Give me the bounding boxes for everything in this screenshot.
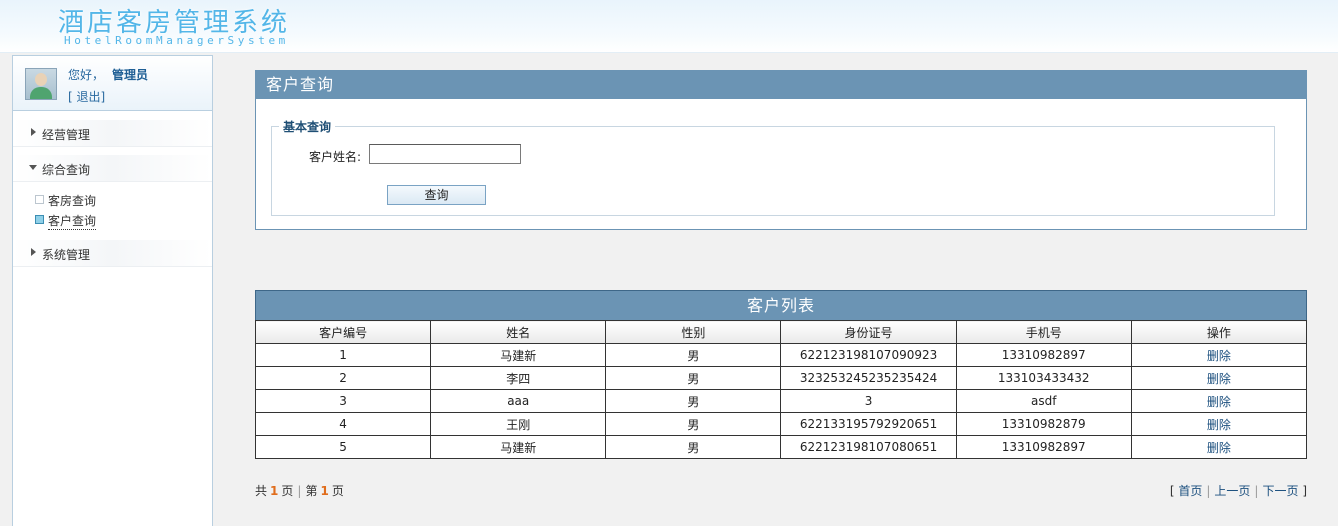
chevron-right-icon <box>31 248 36 256</box>
cell-name: aaa <box>430 389 607 413</box>
total-pages: 1 <box>270 484 279 498</box>
current-page: 1 <box>320 484 329 498</box>
column-header: 性别 <box>605 320 782 344</box>
first-page-link[interactable]: 首页 <box>1178 484 1202 498</box>
cell-name: 马建新 <box>430 343 607 367</box>
delete-link[interactable]: 删除 <box>1207 395 1231 409</box>
delete-link[interactable]: 删除 <box>1207 418 1231 432</box>
cell-phone: 133103433432 <box>955 366 1132 390</box>
sidebar-item-label: 客户查询 <box>48 214 97 230</box>
pager: [ 首页 | 上一页 | 下一页 ] <box>1170 482 1307 499</box>
separator: | <box>1206 484 1211 498</box>
separator: | <box>1254 484 1259 498</box>
column-header: 姓名 <box>430 320 607 344</box>
table-row: 2 李四 男 323253245235235424 133103433432 删… <box>254 366 1308 390</box>
sidebar-group-operations[interactable]: 经营管理 <box>13 120 212 147</box>
cell-id: 4 <box>254 412 432 436</box>
cell-phone: 13310982897 <box>955 435 1132 459</box>
customer-name-input[interactable] <box>369 144 521 164</box>
greeting: 您好， 管理员 <box>68 66 148 83</box>
sidebar-group-label: 系统管理 <box>42 248 91 262</box>
user-name: 管理员 <box>112 68 149 82</box>
fieldset-title: 基本查询 <box>283 120 332 134</box>
cell-id-number: 3 <box>780 389 957 413</box>
column-header: 操作 <box>1130 320 1308 344</box>
cell-id: 3 <box>254 389 432 413</box>
total-prefix: 共 <box>255 484 268 498</box>
query-panel: 客户查询 基本查询 客户姓名: 查询 <box>255 70 1307 230</box>
query-button[interactable]: 查询 <box>387 185 486 205</box>
delete-link[interactable]: 删除 <box>1207 372 1231 386</box>
query-panel-title: 客户查询 <box>256 71 1306 99</box>
next-page-link[interactable]: 下一页 <box>1262 484 1298 498</box>
logout-link[interactable]: [ 退出] <box>68 88 105 105</box>
table-row: 4 王刚 男 622133195792920651 13310982879 删除 <box>254 412 1308 436</box>
sidebar-group-label: 综合查询 <box>42 163 91 177</box>
cell-gender: 男 <box>605 435 782 459</box>
cell-id: 2 <box>254 366 432 390</box>
cell-action: 删除 <box>1130 435 1308 459</box>
table-row: 3 aaa 男 3 asdf 删除 <box>254 389 1308 413</box>
cell-phone: asdf <box>955 389 1132 413</box>
chevron-right-icon <box>31 128 36 136</box>
current-suffix: 页 <box>331 484 344 498</box>
delete-link[interactable]: 删除 <box>1207 349 1231 363</box>
prev-page-link[interactable]: 上一页 <box>1214 484 1250 498</box>
cell-action: 删除 <box>1130 343 1308 367</box>
customer-table: 客户编号 姓名 性别 身份证号 手机号 操作 1 马建新 男 622123198… <box>254 320 1308 459</box>
pager-close-bracket: ] <box>1302 484 1307 498</box>
table-row: 1 马建新 男 622123198107090923 13310982897 删… <box>254 343 1308 367</box>
user-panel: 您好， 管理员 [ 退出] <box>13 56 212 111</box>
page-info: 共 1 页 | 第 1 页 <box>255 482 344 499</box>
cell-action: 删除 <box>1130 412 1308 436</box>
table-row: 5 马建新 男 622123198107080651 13310982897 删… <box>254 435 1308 459</box>
cell-action: 删除 <box>1130 366 1308 390</box>
cell-id-number: 622123198107090923 <box>780 343 957 367</box>
app-header: 酒店客房管理系统 HotelRoomManagerSystem <box>0 0 1338 53</box>
avatar <box>25 68 57 100</box>
customer-list-title: 客户列表 <box>255 290 1307 320</box>
sidebar-group-system[interactable]: 系统管理 <box>13 240 212 267</box>
cell-action: 删除 <box>1130 389 1308 413</box>
cell-phone: 13310982897 <box>955 343 1132 367</box>
cell-name: 王刚 <box>430 412 607 436</box>
sidebar-group-label: 经营管理 <box>42 128 91 142</box>
sidebar-group-query[interactable]: 综合查询 <box>13 155 212 182</box>
sidebar-item-label: 客房查询 <box>48 194 97 208</box>
cell-id: 1 <box>254 343 432 367</box>
bullet-icon <box>35 215 44 224</box>
avatar-body-shape <box>30 87 52 99</box>
customer-name-label: 客户姓名: <box>309 150 362 164</box>
cell-id-number: 622133195792920651 <box>780 412 957 436</box>
cell-gender: 男 <box>605 366 782 390</box>
app-subtitle: HotelRoomManagerSystem <box>64 34 289 47</box>
chevron-down-icon <box>29 165 37 170</box>
customer-list: 客户列表 客户编号 姓名 性别 身份证号 手机号 操作 1 马建新 男 6221… <box>254 290 1308 459</box>
column-header: 身份证号 <box>780 320 957 344</box>
cell-phone: 13310982879 <box>955 412 1132 436</box>
bullet-icon <box>35 195 44 204</box>
current-prefix: 第 <box>305 484 318 498</box>
cell-id-number: 323253245235235424 <box>780 366 957 390</box>
cell-gender: 男 <box>605 412 782 436</box>
column-header: 客户编号 <box>254 320 432 344</box>
sidebar: 您好， 管理员 [ 退出] 经营管理 综合查询 客房查询 客户查询 系统管理 <box>12 55 213 526</box>
pager-open-bracket: [ <box>1169 484 1175 498</box>
cell-id: 5 <box>254 435 432 459</box>
total-suffix: 页 <box>281 484 294 498</box>
column-header: 手机号 <box>955 320 1132 344</box>
avatar-head-shape <box>35 73 47 86</box>
delete-link[interactable]: 删除 <box>1207 441 1231 455</box>
cell-name: 马建新 <box>430 435 607 459</box>
cell-gender: 男 <box>605 343 782 367</box>
greeting-text: 您好， <box>68 68 105 82</box>
separator: | <box>297 484 302 498</box>
table-header-row: 客户编号 姓名 性别 身份证号 手机号 操作 <box>254 320 1308 344</box>
cell-name: 李四 <box>430 366 607 390</box>
cell-gender: 男 <box>605 389 782 413</box>
cell-id-number: 622123198107080651 <box>780 435 957 459</box>
